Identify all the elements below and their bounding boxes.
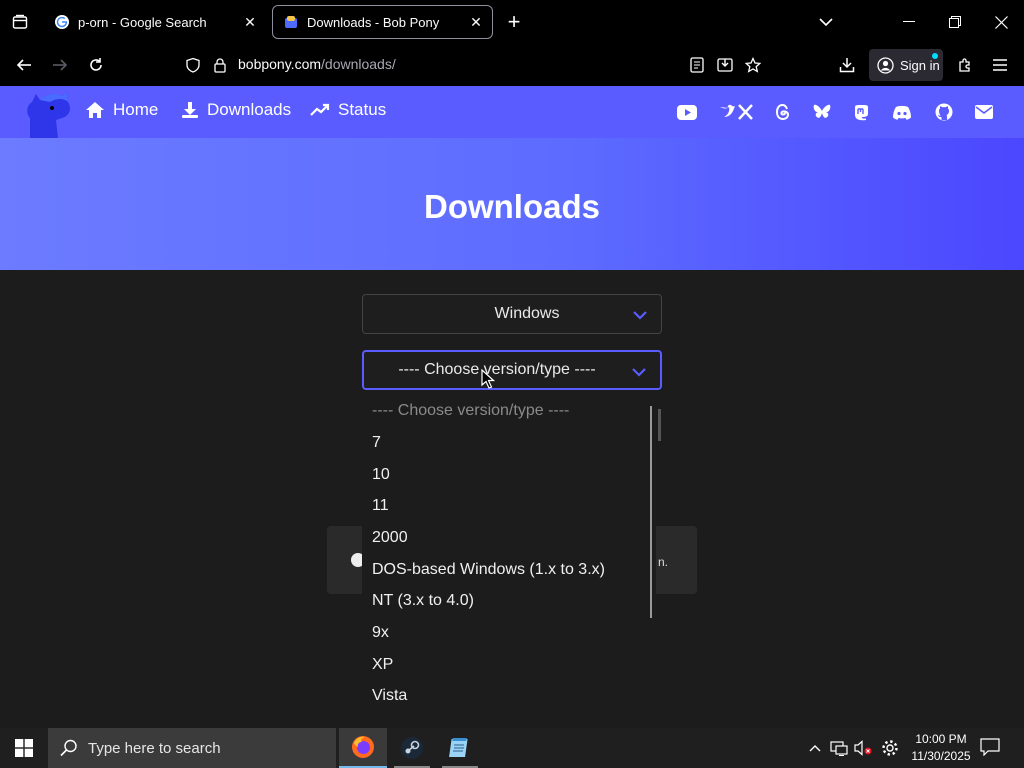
reader-view-icon[interactable] bbox=[685, 53, 709, 77]
account-icon bbox=[877, 56, 894, 74]
email-icon[interactable] bbox=[973, 101, 995, 123]
settings-gear-icon[interactable] bbox=[880, 738, 900, 758]
extensions-icon[interactable] bbox=[953, 53, 977, 77]
os-select[interactable]: Windows bbox=[362, 294, 662, 334]
bookmark-star-icon[interactable] bbox=[741, 53, 765, 77]
notepad-icon[interactable] bbox=[436, 728, 484, 768]
downloads-icon[interactable] bbox=[835, 53, 859, 77]
search-icon bbox=[60, 739, 77, 757]
lock-icon[interactable] bbox=[208, 53, 232, 77]
tracking-protection-shield-icon[interactable] bbox=[181, 53, 205, 77]
download-icon bbox=[182, 102, 198, 118]
url-domain: bobpony.com bbox=[238, 56, 322, 72]
close-tab-icon[interactable]: ✕ bbox=[466, 12, 486, 32]
bobpony-icon bbox=[283, 14, 299, 30]
browser-tab-strip: p-orn - Google Search ✕ Downloads - Bob … bbox=[0, 0, 1024, 44]
youtube-icon[interactable] bbox=[676, 101, 698, 123]
dropdown-option[interactable]: XP bbox=[372, 656, 393, 674]
mastodon-icon[interactable] bbox=[850, 101, 872, 123]
dropdown-option[interactable]: 7 bbox=[372, 434, 381, 452]
taskbar-clock[interactable]: 10:00 PM 11/30/2025 bbox=[910, 731, 972, 765]
nav-status-link[interactable]: Status bbox=[310, 100, 386, 120]
dropdown-option[interactable]: 10 bbox=[372, 466, 390, 484]
windows-taskbar: Type here to search 10:00 PM 11/30/2025 bbox=[0, 728, 1024, 768]
site-navbar: Home Downloads Status bbox=[0, 86, 1024, 138]
github-icon[interactable] bbox=[933, 101, 955, 123]
trend-icon bbox=[310, 103, 330, 116]
dropdown-option[interactable]: ---- Choose version/type ---- bbox=[372, 402, 569, 420]
nav-downloads-link[interactable]: Downloads bbox=[181, 100, 291, 120]
firefox-view-icon[interactable] bbox=[8, 10, 32, 34]
search-placeholder: Type here to search bbox=[88, 739, 221, 757]
reload-icon[interactable] bbox=[84, 53, 108, 77]
back-icon[interactable] bbox=[12, 53, 36, 77]
address-bar[interactable]: bobpony.com/downloads/ bbox=[238, 56, 396, 72]
chevron-down-icon bbox=[632, 364, 646, 382]
bluesky-icon[interactable] bbox=[811, 101, 833, 123]
close-tab-icon[interactable]: ✕ bbox=[240, 12, 260, 32]
nav-status-label: Status bbox=[338, 100, 387, 119]
chevron-down-icon bbox=[633, 307, 647, 325]
forward-icon[interactable] bbox=[48, 53, 72, 77]
tab-title: Downloads - Bob Pony bbox=[307, 14, 440, 30]
chevron-down-icon[interactable] bbox=[815, 11, 837, 33]
dropdown-option[interactable]: DOS-based Windows (1.x to 3.x) bbox=[372, 561, 605, 579]
dropdown-scrollbar[interactable] bbox=[650, 406, 652, 618]
mouse-cursor-icon bbox=[481, 369, 495, 389]
close-window-icon[interactable] bbox=[978, 0, 1024, 44]
windows-start-icon[interactable] bbox=[0, 728, 48, 768]
google-g-icon bbox=[54, 14, 70, 30]
url-path: /downloads/ bbox=[321, 56, 396, 72]
version-dropdown-list[interactable]: ---- Choose version/type ---- 7 10 11 20… bbox=[362, 396, 656, 728]
info-card-text: n. bbox=[658, 555, 669, 569]
bobpony-logo[interactable] bbox=[22, 88, 72, 138]
sign-in-label: Sign in bbox=[900, 57, 940, 73]
dropdown-option[interactable]: 2000 bbox=[372, 529, 408, 547]
hamburger-menu-icon[interactable] bbox=[988, 53, 1012, 77]
restore-icon[interactable] bbox=[932, 0, 978, 44]
clock-time: 10:00 PM bbox=[915, 732, 967, 746]
threads-icon[interactable] bbox=[772, 101, 794, 123]
save-to-pocket-icon[interactable] bbox=[713, 53, 737, 77]
discord-icon[interactable] bbox=[891, 101, 913, 123]
home-icon bbox=[86, 102, 104, 118]
dropdown-option[interactable]: 11 bbox=[372, 497, 389, 515]
nav-home-label: Home bbox=[113, 100, 159, 119]
browser-toolbar: bobpony.com/downloads/ Sign in bbox=[0, 44, 1024, 86]
os-select-value: Windows bbox=[494, 305, 560, 322]
firefox-icon[interactable] bbox=[339, 728, 387, 768]
sign-in-button[interactable]: Sign in bbox=[869, 49, 943, 81]
notification-dot bbox=[932, 53, 938, 59]
clock-date: 11/30/2025 bbox=[911, 749, 971, 763]
dropdown-option[interactable]: Vista bbox=[372, 687, 407, 705]
network-icon[interactable] bbox=[829, 738, 849, 758]
tab-google-search[interactable]: p-orn - Google Search ✕ bbox=[44, 5, 266, 39]
dropdown-option[interactable]: 9x bbox=[372, 624, 389, 642]
nav-downloads-label: Downloads bbox=[207, 100, 292, 119]
new-tab-icon[interactable]: + bbox=[503, 9, 525, 34]
hidden-element-edge bbox=[658, 409, 661, 441]
page-title: Downloads bbox=[423, 188, 600, 225]
steam-icon[interactable] bbox=[388, 728, 436, 768]
tab-downloads-bob-pony[interactable]: Downloads - Bob Pony ✕ bbox=[272, 5, 493, 39]
hero-banner: Downloads bbox=[0, 138, 1024, 270]
volume-muted-icon[interactable] bbox=[853, 738, 873, 758]
taskbar-search-box[interactable]: Type here to search bbox=[48, 728, 336, 768]
show-hidden-icons-chevron-icon[interactable] bbox=[805, 738, 825, 758]
notification-center-icon[interactable] bbox=[980, 738, 1002, 758]
version-select-value: ---- Choose version/type ---- bbox=[398, 361, 596, 378]
screen: p-orn - Google Search ✕ Downloads - Bob … bbox=[0, 0, 1024, 768]
nav-home-link[interactable]: Home bbox=[85, 100, 158, 120]
dropdown-option[interactable]: NT (3.x to 4.0) bbox=[372, 592, 474, 610]
minimize-icon[interactable] bbox=[886, 0, 932, 44]
x-icon[interactable] bbox=[718, 101, 754, 123]
tab-title: p-orn - Google Search bbox=[78, 14, 207, 30]
version-select[interactable]: ---- Choose version/type ---- bbox=[362, 350, 662, 390]
